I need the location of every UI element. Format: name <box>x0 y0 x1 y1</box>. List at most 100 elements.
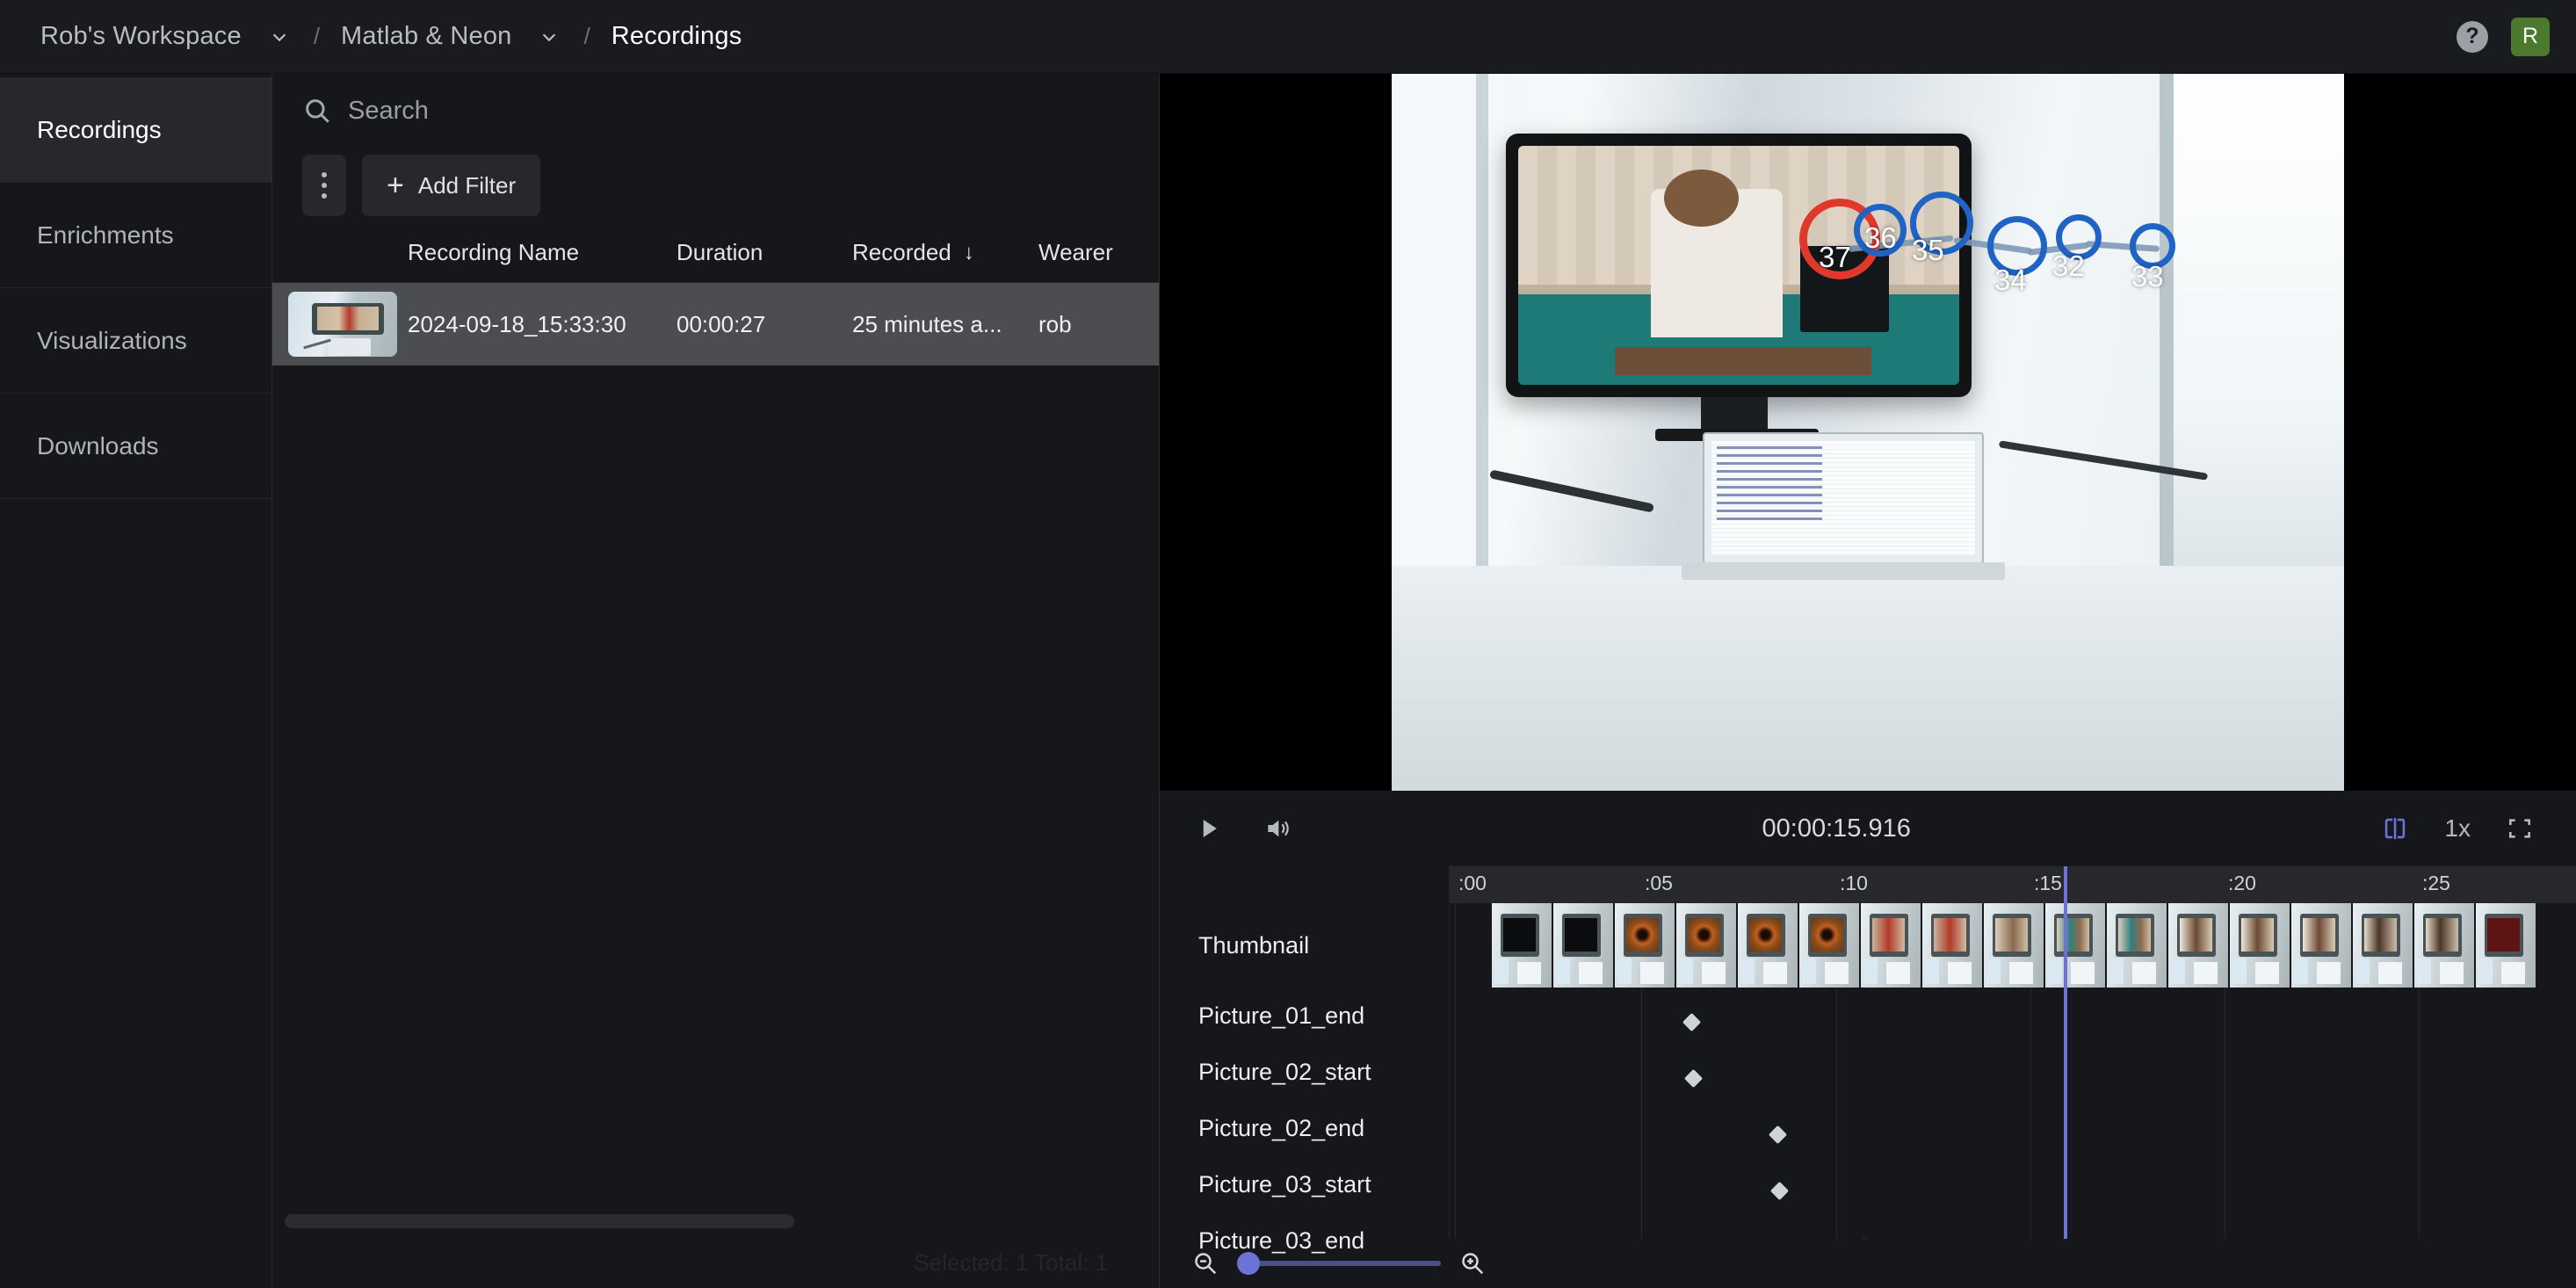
app-root: Rob's Workspace / Matlab & Neon / Record… <box>0 0 2576 1288</box>
timeline-frame <box>2107 903 2167 988</box>
timeline-track-labels: Thumbnail Picture_01_end Picture_02_star… <box>1160 866 1450 1254</box>
ruler-tick-15: :15 <box>2034 872 2062 894</box>
sidebar-item-label: Visualizations <box>37 326 187 354</box>
event-marker[interactable] <box>1769 1181 1790 1201</box>
sidebar-item-label: Recordings <box>37 115 162 143</box>
column-header-wearer[interactable]: Wearer <box>1038 239 1153 266</box>
volume-icon[interactable] <box>1253 804 1302 853</box>
cell-recorded: 25 minutes a... <box>852 310 1002 337</box>
column-header-recorded-label: Recorded <box>852 239 952 265</box>
breadcrumb-separator-2: / <box>583 23 590 49</box>
scene-laptop <box>1703 432 1984 564</box>
zoom-slider-knob[interactable] <box>1237 1252 1260 1275</box>
timeline-frame <box>1676 903 1736 988</box>
filter-row: + Add Filter <box>272 148 1159 223</box>
track-label-picture-02-start: Picture_02_start <box>1198 1058 1371 1085</box>
question-mark-icon[interactable]: ? <box>2457 20 2488 53</box>
timeline-frame <box>1922 903 1982 988</box>
playback-speed-button[interactable]: 1x <box>2420 814 2495 843</box>
sidebar-item-visualizations[interactable]: Visualizations <box>0 288 271 394</box>
horizontal-scrollbar-track[interactable] <box>272 1214 1159 1237</box>
timeline-frame <box>2414 903 2474 988</box>
sidebar-item-label: Downloads <box>37 431 159 459</box>
breadcrumb-separator-1: / <box>313 23 321 49</box>
ruler-tick-20: :20 <box>2228 872 2256 894</box>
fullscreen-icon[interactable] <box>2495 804 2544 853</box>
timeline-frame <box>1553 903 1613 988</box>
timeline-ruler[interactable]: :00 :05 :10 :15 :20 :25 <box>1450 866 2576 903</box>
track-label-thumbnail: Thumbnail <box>1198 931 1310 959</box>
table-body: 2024-09-18_15:33:30 00:00:27 25 minutes … <box>272 283 1159 1288</box>
cell-wearer: rob <box>1038 310 1072 337</box>
chevron-down-icon[interactable] <box>534 22 564 52</box>
breadcrumb-current: Recordings <box>611 22 742 50</box>
list-footer-status: Selected: 1 Total: 1 <box>914 1248 1108 1276</box>
timeline-frame <box>2045 903 2105 988</box>
column-header-duration[interactable]: Duration <box>677 239 852 266</box>
timeline-frame <box>2476 903 2536 988</box>
zoom-in-icon[interactable] <box>1457 1248 1488 1279</box>
video-container[interactable]: 36 37 35 34 32 33 <box>1160 74 2576 791</box>
chevron-down-icon[interactable] <box>264 22 294 52</box>
top-bar: Rob's Workspace / Matlab & Neon / Record… <box>0 0 2576 74</box>
timeline-playhead[interactable] <box>2064 866 2067 1239</box>
sort-desc-icon: ↓ <box>963 240 974 264</box>
sidebar-item-label: Enrichments <box>37 221 174 249</box>
timeline-frame <box>2168 903 2228 988</box>
column-header-recording-name[interactable]: Recording Name <box>408 239 677 266</box>
breadcrumb-project[interactable]: Matlab & Neon <box>339 18 513 54</box>
timeline-frame <box>1799 903 1859 988</box>
plus-icon: + <box>387 169 404 202</box>
sidebar-item-recordings[interactable]: Recordings <box>0 77 271 183</box>
timeline-zoom-slider[interactable] <box>1237 1249 1441 1277</box>
search-input[interactable] <box>348 96 1129 126</box>
recording-thumbnail <box>288 292 397 357</box>
event-marker[interactable] <box>1768 1125 1788 1145</box>
split-view-icon[interactable] <box>2370 804 2420 853</box>
search-icon <box>302 96 332 126</box>
timeline-frame <box>1861 903 1921 988</box>
horizontal-scrollbar-thumb[interactable] <box>285 1214 794 1228</box>
track-label-picture-03-start: Picture_03_start <box>1198 1170 1371 1198</box>
column-header-recorded[interactable]: Recorded ↓ <box>852 239 1038 266</box>
thumbnail-strip[interactable] <box>1450 903 2576 988</box>
cell-recording-name: 2024-09-18_15:33:30 <box>408 310 626 337</box>
ruler-tick-5: :05 <box>1645 872 1673 894</box>
table-row[interactable]: 2024-09-18_15:33:30 00:00:27 25 minutes … <box>272 283 1159 365</box>
ruler-tick-10: :10 <box>1840 872 1868 894</box>
event-marker[interactable] <box>1683 1068 1704 1089</box>
video-frame: 36 37 35 34 32 33 <box>1392 74 2344 791</box>
breadcrumb-workspace[interactable]: Rob's Workspace <box>39 18 243 54</box>
timeline-frame <box>2291 903 2351 988</box>
timeline-frame <box>2353 903 2413 988</box>
ruler-tick-0: :00 <box>1458 872 1487 894</box>
track-label-picture-02-end: Picture_02_end <box>1198 1114 1365 1141</box>
event-marker[interactable] <box>1682 1012 1702 1032</box>
player-panel: 36 37 35 34 32 33 00:00:15.916 1x Thumbn… <box>1160 74 2576 1288</box>
play-icon[interactable] <box>1184 804 1234 853</box>
timeline-frame <box>1984 903 2044 988</box>
ruler-tick-25: :25 <box>2422 872 2450 894</box>
event-marker[interactable] <box>1854 1237 1874 1239</box>
table-header: Recording Name Duration Recorded ↓ Weare… <box>272 223 1159 283</box>
track-label-picture-01-end: Picture_01_end <box>1198 1002 1365 1029</box>
sidebar-item-downloads[interactable]: Downloads <box>0 394 271 499</box>
search-row <box>272 74 1159 148</box>
timeline-frame <box>1615 903 1675 988</box>
scene-monitor <box>1506 134 1972 397</box>
recordings-list-panel: + Add Filter Recording Name Duration Rec… <box>272 74 1160 1288</box>
cell-duration: 00:00:27 <box>677 310 766 337</box>
timecode-display: 00:00:15.916 <box>1762 814 1911 843</box>
timeline-frame <box>1492 903 1552 988</box>
player-controls: 00:00:15.916 1x <box>1160 791 2576 866</box>
timeline-tracks[interactable]: :00 :05 :10 :15 :20 :25 <box>1450 866 2576 1239</box>
more-vertical-icon[interactable] <box>302 155 346 216</box>
add-filter-button[interactable]: + Add Filter <box>362 155 541 216</box>
timeline-frame <box>1738 903 1798 988</box>
sidebar: Recordings Enrichments Visualizations Do… <box>0 74 272 1288</box>
sidebar-item-enrichments[interactable]: Enrichments <box>0 183 271 288</box>
timeline-frame <box>2230 903 2290 988</box>
zoom-slider-rail <box>1237 1261 1441 1266</box>
avatar[interactable]: R <box>2511 17 2550 56</box>
main-body: Recordings Enrichments Visualizations Do… <box>0 74 2576 1288</box>
